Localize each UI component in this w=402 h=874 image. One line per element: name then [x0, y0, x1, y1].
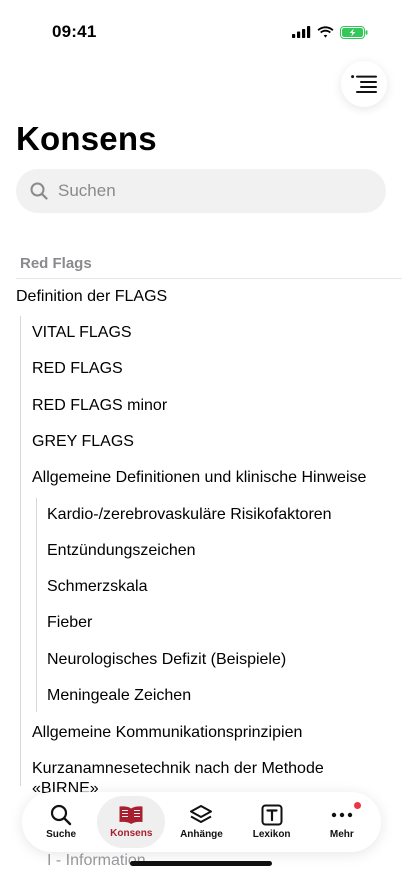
notification-badge [353, 802, 361, 809]
toc-item-fieber[interactable]: Fieber [47, 614, 92, 632]
toc-item-schmerzskala[interactable]: Schmerzskala [47, 578, 147, 596]
cellular-signal-icon [292, 26, 311, 38]
toc-item-kommunikationsprinzipien[interactable]: Allgemeine Kommunikationsprinzipien [32, 724, 302, 742]
list-indent-icon [351, 75, 377, 93]
wifi-icon [317, 26, 334, 38]
more-dots-icon [331, 812, 353, 818]
text-box-icon [261, 804, 283, 826]
toc-item-kardio[interactable]: Kardio-/zerebrovaskuläre Risikofaktoren [47, 506, 332, 524]
tab-anhaenge-label: Anhänge [180, 829, 223, 840]
table-of-contents-button[interactable] [341, 61, 387, 107]
toc-item-definition[interactable]: Definition der FLAGS [16, 288, 167, 306]
tab-lexikon-label: Lexikon [252, 829, 291, 840]
tab-konsens-label: Konsens [110, 828, 153, 839]
toc-item-entzuendungszeichen[interactable]: Entzündungszeichen [47, 542, 196, 560]
search-bar[interactable] [16, 169, 386, 213]
tab-suche-label: Suche [46, 829, 77, 840]
section-header: Red Flags [20, 255, 92, 272]
toc-item-vital-flags[interactable]: VITAL FLAGS [32, 324, 132, 342]
search-icon [30, 182, 48, 200]
toc-item-kurzanamnese-line1: Kurzanamnesetechnik nach der Methode [32, 760, 324, 777]
tab-konsens[interactable]: Konsens [97, 796, 166, 848]
tab-lexikon[interactable]: Lexikon [238, 796, 306, 848]
search-input[interactable] [58, 181, 358, 201]
book-open-icon [119, 806, 143, 824]
section-divider [16, 278, 402, 279]
battery-charging-icon [340, 25, 368, 39]
tab-suche[interactable]: Suche [27, 796, 95, 848]
toc-item-allgemeine-definitionen[interactable]: Allgemeine Definitionen und klinische Hi… [32, 469, 366, 487]
status-icons [292, 24, 368, 40]
tab-bar: Suche Konsens Anhänge Lexikon Mehr [22, 792, 381, 852]
toc-guide-line-level1 [20, 316, 21, 786]
search-icon [50, 804, 72, 826]
home-indicator [130, 861, 272, 866]
page-title: Konsens [16, 120, 157, 157]
status-bar: 09:41 [0, 0, 402, 60]
toc-item-red-flags-minor[interactable]: RED FLAGS minor [32, 397, 167, 415]
toc-item-neurologisches-defizit[interactable]: Neurologisches Defizit (Beispiele) [47, 651, 286, 669]
toc-item-meningeale-zeichen[interactable]: Meningeale Zeichen [47, 687, 191, 705]
toc-item-grey-flags[interactable]: GREY FLAGS [32, 433, 134, 451]
layers-icon [190, 805, 213, 823]
tab-anhaenge[interactable]: Anhänge [167, 796, 235, 848]
tab-mehr[interactable]: Mehr [308, 796, 376, 848]
status-time: 09:41 [52, 22, 97, 41]
toc-guide-line-level2 [36, 498, 37, 712]
toc-item-red-flags[interactable]: RED FLAGS [32, 360, 123, 378]
tab-mehr-label: Mehr [329, 829, 354, 840]
